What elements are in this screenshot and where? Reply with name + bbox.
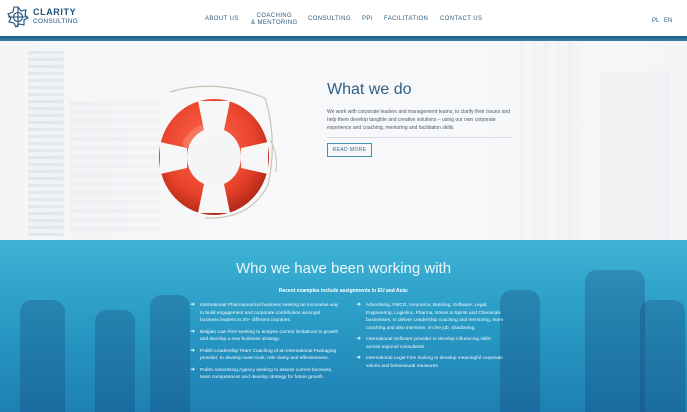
list-item: ➜ International Pharmaceutical business s…: [190, 302, 339, 323]
background-person: [95, 310, 135, 412]
background-person: [640, 300, 685, 412]
nav-ppi[interactable]: PPI: [362, 16, 373, 23]
nav-coaching-mentoring[interactable]: COACHING & MENTORING: [251, 13, 298, 27]
clients-section: Who we have been working with Recent exa…: [0, 240, 687, 412]
what-we-do-title: What we do: [327, 81, 412, 98]
nav-consulting[interactable]: CONSULTING: [308, 16, 351, 23]
arrow-icon: ➜: [190, 347, 196, 354]
lang-pl[interactable]: PL: [652, 18, 659, 24]
lang-en[interactable]: EN: [664, 18, 672, 24]
what-we-do-text: We work with corporate leaders and manag…: [327, 109, 511, 131]
what-we-do-section: What we do We work with corporate leader…: [0, 41, 687, 240]
site-header: CLARITY CONSULTING ABOUT US COACHING & M…: [0, 0, 687, 36]
arrow-icon: ➜: [356, 336, 362, 342]
logo[interactable]: CLARITY CONSULTING: [7, 6, 78, 28]
list-item: ➜ Advertising, FMCG, Insurance, Banking, …: [356, 302, 504, 331]
logo-icon: [7, 6, 29, 28]
background-person: [150, 295, 190, 412]
background-person: [20, 300, 65, 412]
lifebuoy-image: [159, 85, 277, 219]
arrow-icon: ➜: [190, 302, 196, 308]
clients-title: Who we have been working with: [235, 260, 452, 277]
read-more-button[interactable]: READ MORE: [327, 143, 372, 157]
list-item: ➜ Polish Leadership Team Coaching of an I…: [190, 347, 337, 362]
list-item: ➜ International Legal Firm looking to dev…: [356, 355, 503, 369]
clients-subtitle: Recent examples include assignments in E…: [278, 288, 409, 294]
clients-list-left: ➜ International Pharmaceutical business s…: [190, 302, 340, 386]
clients-list-right: ➜ Advertising, FMCG, Insurance, Banking, …: [356, 302, 506, 374]
background-person: [500, 290, 540, 412]
divider: [327, 137, 513, 138]
background-overlay: [0, 41, 687, 240]
list-item: ➜ International Software provider to deve…: [356, 336, 491, 350]
arrow-icon: ➜: [190, 366, 196, 373]
nav-about-us[interactable]: ABOUT US: [205, 16, 239, 23]
arrow-icon: ➜: [356, 355, 362, 361]
logo-subtitle: CONSULTING: [33, 18, 79, 25]
list-item: ➜ Belgian Law Firm seeking to analyse cur…: [190, 328, 339, 343]
nav-facilitation[interactable]: FACILITATION: [384, 16, 428, 23]
list-item: ➜ Polish Advertising Agency seeking to as…: [190, 366, 333, 381]
arrow-icon: ➜: [190, 328, 196, 335]
arrow-icon: ➜: [356, 302, 362, 308]
nav-contact-us[interactable]: CONTACT US: [440, 16, 482, 23]
logo-name: CLARITY: [33, 7, 77, 17]
